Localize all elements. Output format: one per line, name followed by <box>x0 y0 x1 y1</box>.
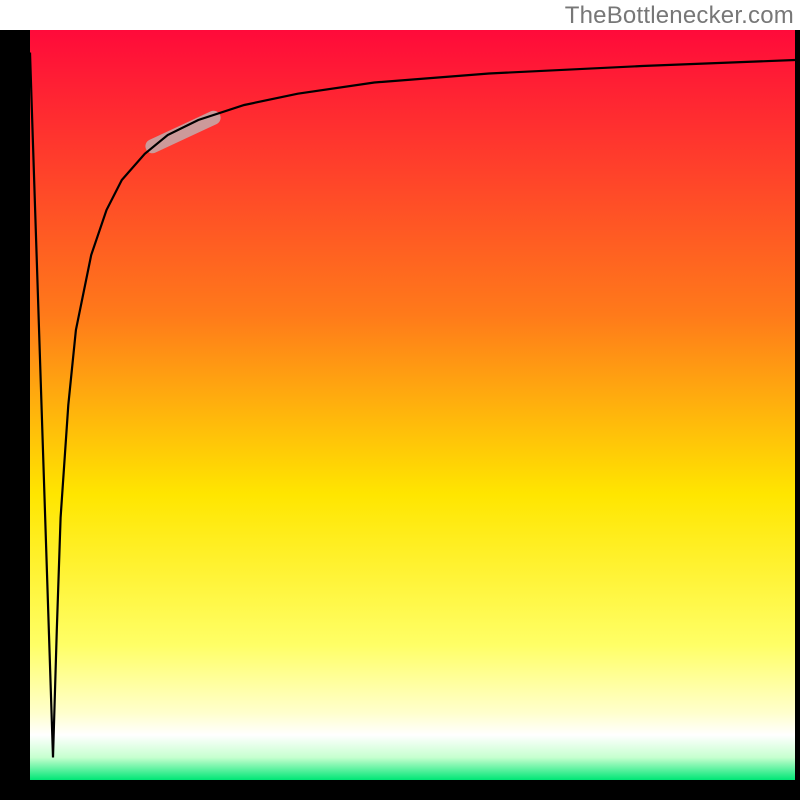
chart-plot-area <box>30 30 795 780</box>
chart-frame: TheBottlenecker.com <box>0 0 800 800</box>
watermark-text: TheBottlenecker.com <box>565 2 794 30</box>
bottleneck-chart <box>0 0 800 800</box>
